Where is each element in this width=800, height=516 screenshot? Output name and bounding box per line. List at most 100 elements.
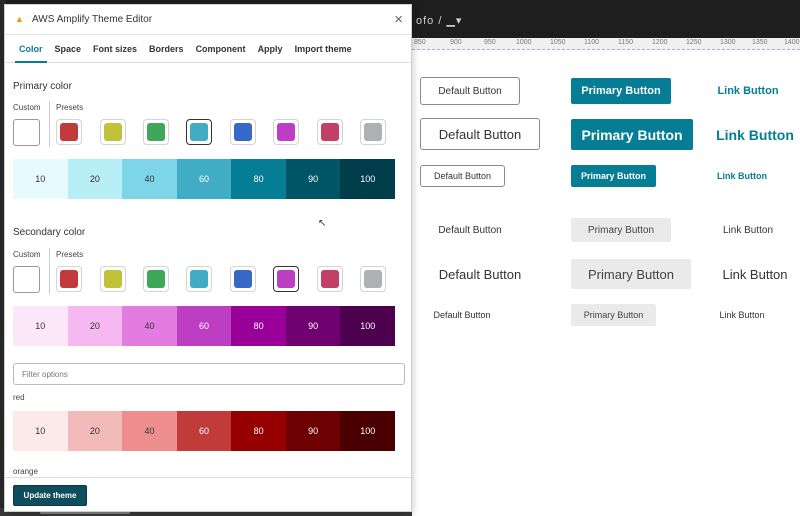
secondary-custom-label: Custom xyxy=(13,250,41,259)
link-button-small[interactable]: Link Button xyxy=(710,165,774,187)
filter-options-input[interactable]: Filter options xyxy=(13,363,405,385)
primary-preset-purple[interactable] xyxy=(273,119,299,145)
scale-cell-10[interactable]: 10 xyxy=(13,306,68,346)
scale-cell-20[interactable]: 20 xyxy=(67,306,123,346)
preset-fill xyxy=(321,123,339,141)
primary-divider xyxy=(49,101,50,147)
update-theme-button[interactable]: Update theme xyxy=(13,485,87,506)
filter-placeholder: Filter options xyxy=(22,369,68,379)
link-button-large[interactable]: Link Button xyxy=(712,119,798,150)
red-label: red xyxy=(13,393,25,402)
theme-editor-panel: ▲ AWS Amplify Theme Editor × Color Space… xyxy=(4,4,412,512)
tab-component[interactable]: Component xyxy=(190,35,252,62)
primary-button-flat-large[interactable]: Primary Button xyxy=(571,259,691,289)
scale-cell-100[interactable]: 100 xyxy=(340,159,396,199)
panel-header: ▲ AWS Amplify Theme Editor × xyxy=(5,5,411,35)
tab-borders[interactable]: Borders xyxy=(143,35,190,62)
preset-fill xyxy=(147,270,165,288)
scale-cell-80[interactable]: 80 xyxy=(231,411,286,451)
primary-scale: 10 20 40 60 80 90 100 xyxy=(13,159,396,199)
primary-custom-swatch[interactable] xyxy=(13,119,40,146)
secondary-preset-blue[interactable] xyxy=(230,266,256,292)
preset-fill xyxy=(147,123,165,141)
mouse-cursor-icon: ↖ xyxy=(318,218,327,229)
primary-preset-yellow[interactable] xyxy=(100,119,126,145)
scale-cell-10[interactable]: 10 xyxy=(13,159,68,199)
preset-fill xyxy=(190,270,208,288)
secondary-preset-green[interactable] xyxy=(143,266,169,292)
default-button-flat-large[interactable]: Default Button xyxy=(420,259,540,289)
preset-fill xyxy=(60,270,78,288)
close-icon[interactable]: × xyxy=(394,11,403,28)
primary-preset-blue[interactable] xyxy=(230,119,256,145)
secondary-preset-purple[interactable] xyxy=(273,266,299,292)
scale-cell-20[interactable]: 20 xyxy=(67,411,123,451)
breadcrumb[interactable]: ofo / ▁▾ xyxy=(416,14,462,27)
primary-button-flat-medium[interactable]: Primary Button xyxy=(571,218,671,242)
scale-cell-40[interactable]: 40 xyxy=(122,306,177,346)
scale-cell-90[interactable]: 90 xyxy=(285,411,341,451)
amplify-logo-icon: ▲ xyxy=(15,14,24,24)
primary-button-large[interactable]: Primary Button xyxy=(571,119,693,150)
default-button-flat-medium[interactable]: Default Button xyxy=(420,218,520,242)
ruler-tick: 1100 xyxy=(584,39,600,46)
scale-cell-90[interactable]: 90 xyxy=(285,306,341,346)
scale-cell-40[interactable]: 40 xyxy=(122,411,177,451)
preset-fill xyxy=(190,123,208,141)
ruler-tick: 1300 xyxy=(720,39,736,46)
secondary-preset-gray[interactable] xyxy=(360,266,386,292)
panel-title: AWS Amplify Theme Editor xyxy=(32,14,153,25)
default-button-medium[interactable]: Default Button xyxy=(420,77,520,105)
scale-cell-20[interactable]: 20 xyxy=(67,159,123,199)
preset-fill xyxy=(234,123,252,141)
secondary-preset-pink[interactable] xyxy=(317,266,343,292)
ruler-tick: 1350 xyxy=(752,39,768,46)
secondary-preset-yellow[interactable] xyxy=(100,266,126,292)
primary-preset-pink[interactable] xyxy=(317,119,343,145)
ruler-tick: 1250 xyxy=(686,39,702,46)
scale-cell-10[interactable]: 10 xyxy=(13,411,68,451)
tab-import-theme[interactable]: Import theme xyxy=(289,35,358,62)
link-button-medium[interactable]: Link Button xyxy=(708,78,788,104)
preset-fill xyxy=(321,270,339,288)
secondary-preset-red[interactable] xyxy=(56,266,82,292)
primary-button-medium[interactable]: Primary Button xyxy=(571,78,671,104)
scale-cell-80[interactable]: 80 xyxy=(231,159,286,199)
link-button-flat-medium[interactable]: Link Button xyxy=(708,218,788,242)
preset-fill xyxy=(234,270,252,288)
scale-cell-60[interactable]: 60 xyxy=(176,411,232,451)
link-button-flat-small[interactable]: Link Button xyxy=(710,304,774,326)
ruler-tick: 1400 xyxy=(784,39,800,46)
primary-preset-green[interactable] xyxy=(143,119,169,145)
scale-cell-100[interactable]: 100 xyxy=(340,411,396,451)
tab-space[interactable]: Space xyxy=(49,35,88,62)
default-button-small[interactable]: Default Button xyxy=(420,165,505,187)
scale-cell-80[interactable]: 80 xyxy=(231,306,286,346)
primary-button-flat-small[interactable]: Primary Button xyxy=(571,304,656,326)
default-button-large[interactable]: Default Button xyxy=(420,118,540,150)
tab-bar: Color Space Font sizes Borders Component… xyxy=(5,35,411,63)
default-button-flat-small[interactable]: Default Button xyxy=(420,304,504,326)
ruler-tick: 850 xyxy=(414,39,426,46)
ruler-tick: 1150 xyxy=(618,39,634,46)
primary-button-small[interactable]: Primary Button xyxy=(571,165,656,187)
scale-cell-100[interactable]: 100 xyxy=(340,306,396,346)
horizontal-ruler: 850 900 950 1000 1050 1100 1150 1200 125… xyxy=(412,38,800,50)
secondary-custom-swatch[interactable] xyxy=(13,266,40,293)
scale-cell-90[interactable]: 90 xyxy=(285,159,341,199)
secondary-presets-label: Presets xyxy=(56,250,84,259)
tab-apply[interactable]: Apply xyxy=(252,35,289,62)
preset-fill xyxy=(60,123,78,141)
scale-cell-60[interactable]: 60 xyxy=(176,306,232,346)
primary-preset-red[interactable] xyxy=(56,119,82,145)
primary-preset-teal[interactable] xyxy=(186,119,212,145)
secondary-preset-teal[interactable] xyxy=(186,266,212,292)
panel-footer: Update theme xyxy=(5,477,411,511)
preset-fill xyxy=(104,123,122,141)
primary-preset-gray[interactable] xyxy=(360,119,386,145)
tab-font-sizes[interactable]: Font sizes xyxy=(87,35,143,62)
scale-cell-60[interactable]: 60 xyxy=(176,159,232,199)
link-button-flat-large[interactable]: Link Button xyxy=(712,259,798,289)
scale-cell-40[interactable]: 40 xyxy=(122,159,177,199)
tab-color[interactable]: Color xyxy=(13,35,49,63)
